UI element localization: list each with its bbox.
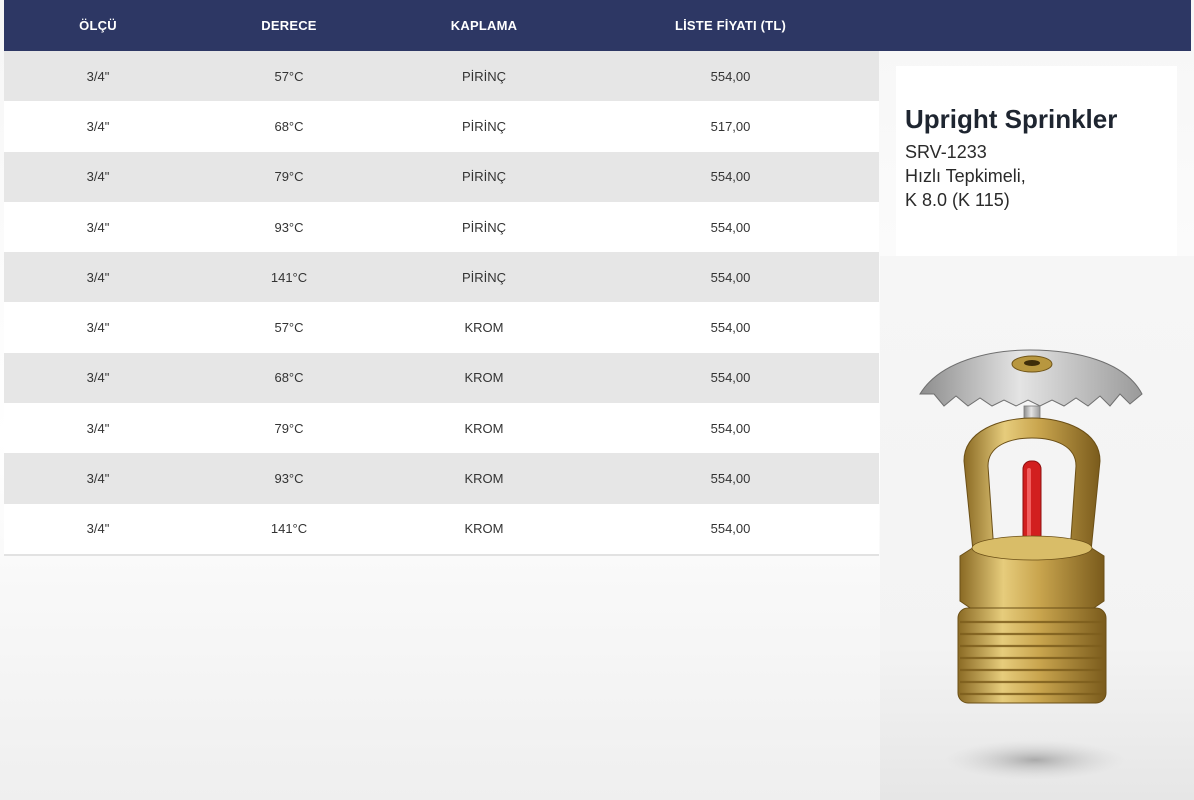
cell-coating: PİRİNÇ (461, 118, 507, 134)
cell-size: 3/4" (86, 118, 110, 134)
cell-coating: PİRİNÇ (461, 169, 507, 185)
product-k-factor: K 8.0 (K 115) (905, 190, 1010, 210)
cell-degree: 79°C (274, 420, 304, 436)
table-row: 3/4" 93°C PİRİNÇ 554,00 (4, 201, 879, 253)
table-row: 3/4" 57°C KROM 554,00 (4, 302, 879, 353)
header-olcu: ÖLÇÜ (79, 18, 117, 33)
cell-price: 554,00 (710, 169, 751, 185)
cell-size: 3/4" (86, 169, 110, 185)
price-list-page: ÖLÇÜ DERECE KAPLAMA LİSTE FİYATI (TL) 3/… (0, 0, 1194, 800)
cell-size: 3/4" (86, 370, 110, 386)
cell-size: 3/4" (86, 471, 110, 487)
product-info-card: Upright Sprinkler SRV-1233 Hızlı Tepkime… (896, 66, 1177, 256)
cell-degree: 93°C (274, 219, 304, 235)
cell-size: 3/4" (86, 521, 110, 537)
cell-price: 554,00 (710, 219, 751, 235)
cell-coating: KROM (464, 320, 504, 336)
product-title: Upright Sprinkler (905, 104, 1118, 134)
cell-price: 554,00 (710, 521, 751, 537)
cell-degree: 68°C (274, 370, 304, 386)
cell-size: 3/4" (86, 420, 110, 436)
cell-price: 554,00 (710, 269, 751, 285)
table-row: 3/4" 68°C KROM 554,00 (4, 352, 879, 404)
header-kaplama: KAPLAMA (450, 18, 518, 33)
cell-degree: 141°C (270, 269, 308, 285)
product-response: Hızlı Tepkimeli, (905, 166, 1026, 186)
cell-degree: 57°C (274, 320, 304, 336)
header-liste-fiyati: LİSTE FİYATI (TL) (674, 18, 786, 33)
cell-coating: KROM (464, 420, 504, 436)
cell-coating: KROM (464, 471, 504, 487)
cell-coating: KROM (464, 521, 504, 537)
cell-price: 554,00 (710, 420, 751, 436)
product-code: SRV-1233 (905, 142, 987, 162)
cell-degree: 57°C (274, 68, 304, 84)
cell-coating: PİRİNÇ (461, 219, 507, 235)
cell-coating: KROM (464, 370, 504, 386)
table-row: 3/4" 79°C KROM 554,00 (4, 403, 879, 454)
cell-size: 3/4" (86, 68, 110, 84)
cell-degree: 141°C (270, 521, 308, 537)
cell-degree: 79°C (274, 169, 304, 185)
cell-price: 554,00 (710, 370, 751, 386)
cell-size: 3/4" (86, 269, 110, 285)
table-header-row: ÖLÇÜ DERECE KAPLAMA LİSTE FİYATI (TL) (4, 0, 879, 51)
cell-coating: PİRİNÇ (461, 269, 507, 285)
table-row: 3/4" 93°C KROM 554,00 (4, 453, 879, 504)
cell-size: 3/4" (86, 320, 110, 336)
cell-price: 554,00 (710, 320, 751, 336)
table-body: 3/4" 57°C PİRİNÇ 554,00 3/4" 68°C PİRİNÇ… (4, 51, 879, 556)
table-row: 3/4" 79°C PİRİNÇ 554,00 (4, 151, 879, 202)
cell-price: 554,00 (710, 471, 751, 487)
upright-sprinkler-image (919, 349, 1143, 780)
table-row: 3/4" 57°C PİRİNÇ 554,00 (4, 51, 879, 102)
table-row: 3/4" 141°C PİRİNÇ 554,00 (4, 252, 879, 303)
product-image-area (880, 256, 1194, 800)
cell-price: 517,00 (710, 118, 751, 134)
cell-coating: PİRİNÇ (461, 68, 507, 84)
header-derece: DERECE (261, 18, 317, 33)
cell-degree: 93°C (274, 471, 304, 487)
cell-degree: 68°C (274, 118, 304, 134)
shadow (945, 740, 1125, 780)
table-row: 3/4" 68°C PİRİNÇ 517,00 (4, 101, 879, 152)
table-row: 3/4" 141°C KROM 554,00 (4, 503, 879, 554)
price-table: ÖLÇÜ DERECE KAPLAMA LİSTE FİYATI (TL) 3/… (4, 0, 879, 556)
cell-size: 3/4" (86, 219, 110, 235)
cell-price: 554,00 (710, 68, 751, 84)
